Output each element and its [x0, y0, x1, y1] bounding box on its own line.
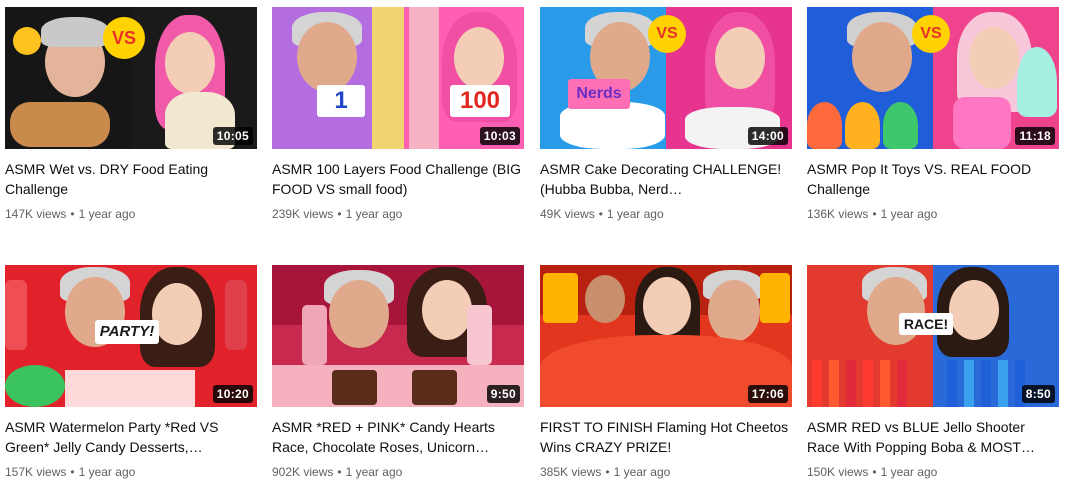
video-meta: 239K views • 1 year ago [272, 207, 524, 221]
meta-separator: • [605, 465, 610, 479]
video-duration: 14:00 [747, 127, 788, 145]
video-meta: 157K views • 1 year ago [5, 465, 257, 479]
video-title[interactable]: ASMR Pop It Toys VS. REAL FOOD Challenge [807, 159, 1059, 199]
view-count: 49K views [540, 207, 595, 221]
video-duration: 8:50 [1021, 385, 1055, 403]
upload-age: 1 year ago [613, 465, 671, 479]
view-count: 385K views [540, 465, 602, 479]
video-thumbnail[interactable]: RACE! 8:50 [807, 265, 1059, 407]
video-title[interactable]: ASMR Wet vs. DRY Food Eating Challenge [5, 159, 257, 199]
upload-age: 1 year ago [880, 207, 938, 221]
video-thumbnail[interactable]: 1 100 10:03 [272, 7, 524, 149]
video-title[interactable]: FIRST TO FINISH Flaming Hot Cheetos Wins… [540, 417, 792, 457]
video-thumbnail[interactable]: PARTY! 10:20 [5, 265, 257, 407]
video-card[interactable]: Nerds VS 14:00 ASMR Cake Decorating CHAL… [540, 7, 792, 221]
video-meta: 150K views • 1 year ago [807, 465, 1059, 479]
thumb-label-right: 100 [450, 85, 510, 117]
video-card[interactable]: VS 11:18 ASMR Pop It Toys VS. REAL FOOD … [807, 7, 1059, 221]
video-grid: VS 10:05 ASMR Wet vs. DRY Food Eating Ch… [0, 0, 1066, 489]
video-title[interactable]: ASMR 100 Layers Food Challenge (BIG FOOD… [272, 159, 524, 199]
video-card[interactable]: 17:06 FIRST TO FINISH Flaming Hot Cheeto… [540, 265, 792, 479]
video-meta: 147K views • 1 year ago [5, 207, 257, 221]
video-card[interactable]: VS 10:05 ASMR Wet vs. DRY Food Eating Ch… [5, 7, 257, 221]
video-duration: 10:20 [212, 385, 253, 403]
video-thumbnail[interactable]: VS 11:18 [807, 7, 1059, 149]
view-count: 902K views [272, 465, 334, 479]
thumb-label-party: PARTY! [95, 320, 159, 344]
video-thumbnail[interactable]: VS 10:05 [5, 7, 257, 149]
video-thumbnail[interactable]: 9:50 [272, 265, 524, 407]
vs-badge: VS [103, 17, 145, 59]
upload-age: 1 year ago [78, 207, 136, 221]
view-count: 150K views [807, 465, 869, 479]
upload-age: 1 year ago [345, 207, 403, 221]
video-title[interactable]: ASMR Watermelon Party *Red VS Green* Jel… [5, 417, 257, 457]
thumb-label-left: 1 [317, 85, 365, 117]
video-duration: 17:06 [747, 385, 788, 403]
thumb-label-race: RACE! [899, 313, 953, 335]
meta-separator: • [872, 207, 877, 221]
video-card[interactable]: 9:50 ASMR *RED + PINK* Candy Hearts Race… [272, 265, 524, 479]
meta-separator: • [872, 465, 877, 479]
video-meta: 136K views • 1 year ago [807, 207, 1059, 221]
video-meta: 49K views • 1 year ago [540, 207, 792, 221]
view-count: 147K views [5, 207, 67, 221]
meta-separator: • [70, 465, 75, 479]
video-thumbnail[interactable]: Nerds VS 14:00 [540, 7, 792, 149]
video-title[interactable]: ASMR *RED + PINK* Candy Hearts Race, Cho… [272, 417, 524, 457]
sun-icon [13, 27, 41, 55]
meta-separator: • [337, 465, 342, 479]
video-duration: 10:03 [479, 127, 520, 145]
video-title[interactable]: ASMR Cake Decorating CHALLENGE! (Hubba B… [540, 159, 792, 199]
vs-badge: VS [912, 15, 950, 53]
meta-separator: • [337, 207, 342, 221]
view-count: 239K views [272, 207, 334, 221]
upload-age: 1 year ago [78, 465, 136, 479]
video-card[interactable]: RACE! 8:50 ASMR RED vs BLUE Jello Shoote… [807, 265, 1059, 479]
video-meta: 385K views • 1 year ago [540, 465, 792, 479]
video-card[interactable]: PARTY! 10:20 ASMR Watermelon Party *Red … [5, 265, 257, 479]
view-count: 136K views [807, 207, 869, 221]
video-duration: 9:50 [486, 385, 520, 403]
video-card[interactable]: 1 100 10:03 ASMR 100 Layers Food Challen… [272, 7, 524, 221]
vs-badge: VS [648, 15, 686, 53]
nerds-box: Nerds [568, 79, 630, 109]
video-meta: 902K views • 1 year ago [272, 465, 524, 479]
video-thumbnail[interactable]: 17:06 [540, 265, 792, 407]
meta-separator: • [598, 207, 603, 221]
upload-age: 1 year ago [880, 465, 938, 479]
view-count: 157K views [5, 465, 67, 479]
upload-age: 1 year ago [606, 207, 664, 221]
upload-age: 1 year ago [345, 465, 403, 479]
video-duration: 10:05 [212, 127, 253, 145]
video-duration: 11:18 [1015, 127, 1055, 145]
video-title[interactable]: ASMR RED vs BLUE Jello Shooter Race With… [807, 417, 1059, 457]
meta-separator: • [70, 207, 75, 221]
